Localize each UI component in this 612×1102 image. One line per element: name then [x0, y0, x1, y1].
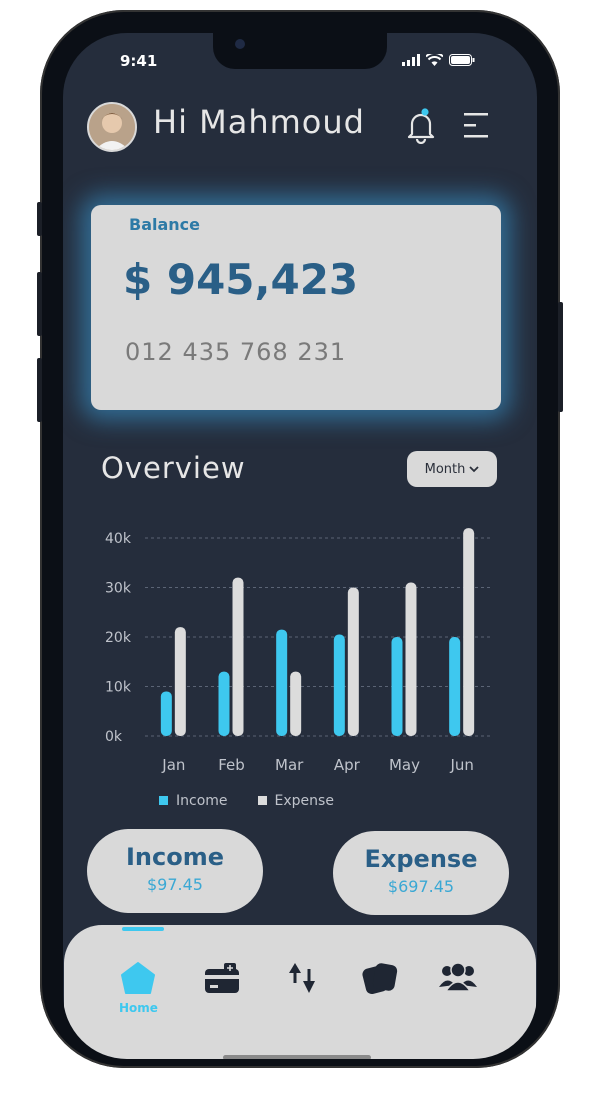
x-tick-label: Apr — [334, 756, 361, 774]
avatar[interactable] — [87, 102, 137, 152]
bar-expense-jun[interactable] — [463, 528, 475, 736]
home-indicator — [223, 1055, 371, 1059]
legend-expense: Expense — [257, 793, 334, 809]
y-tick-label: 0k — [105, 729, 123, 745]
expense-summary-label: Expense — [364, 845, 478, 873]
menu-icon[interactable] — [464, 113, 490, 143]
transfer-icon — [289, 963, 315, 993]
income-summary-button[interactable]: Income $97.45 — [87, 829, 263, 913]
legend-expense-label: Expense — [274, 793, 334, 809]
balance-card[interactable]: Balance $ 945,423 012 435 768 231 — [91, 205, 501, 410]
legend-income-label: Income — [176, 793, 228, 809]
cards-icon — [362, 963, 398, 995]
mute-switch — [37, 202, 42, 236]
legend-income: Income — [159, 793, 228, 809]
y-tick-label: 40k — [105, 531, 132, 547]
signal-icon — [402, 54, 420, 66]
bar-income-feb[interactable] — [218, 671, 230, 736]
chart-legend: Income Expense — [159, 793, 334, 809]
x-tick-label: Jan — [161, 756, 185, 774]
chevron-down-icon — [469, 466, 480, 473]
income-summary-label: Income — [125, 843, 224, 871]
period-dropdown[interactable]: Month — [407, 451, 497, 487]
balance-amount: $ 945,423 — [123, 255, 359, 304]
x-tick-label: Mar — [275, 756, 304, 774]
bar-income-mar[interactable] — [276, 629, 288, 736]
camera — [235, 39, 245, 49]
notification-dot — [421, 108, 429, 116]
bar-expense-apr[interactable] — [347, 587, 359, 737]
overview-title: Overview — [101, 451, 246, 485]
bar-income-apr[interactable] — [333, 634, 345, 736]
status-icons — [402, 54, 475, 66]
active-tab-indicator — [122, 927, 164, 931]
bar-expense-may[interactable] — [405, 582, 417, 736]
nav-users[interactable] — [438, 961, 478, 999]
bar-expense-mar[interactable] — [290, 671, 302, 736]
x-tick-label: Feb — [218, 756, 245, 774]
bar-income-may[interactable] — [391, 637, 403, 736]
status-time: 9:41 — [120, 52, 158, 70]
notch — [213, 33, 387, 69]
income-summary-value: $97.45 — [147, 875, 203, 894]
nav-cards[interactable] — [362, 961, 398, 999]
bar-income-jan[interactable] — [160, 691, 172, 736]
nav-home[interactable]: Home — [119, 961, 158, 1015]
nav-wallet[interactable] — [204, 961, 240, 999]
wifi-icon — [426, 54, 443, 66]
battery-icon — [449, 54, 475, 66]
expense-summary-button[interactable]: Expense $697.45 — [333, 831, 509, 915]
avatar-image — [89, 104, 135, 150]
home-icon — [121, 962, 156, 994]
greeting: Hi Mahmoud — [153, 103, 365, 141]
bottom-nav: Home — [64, 925, 536, 1059]
bell-icon[interactable] — [406, 108, 436, 148]
x-tick-label: May — [389, 756, 420, 774]
bar-expense-feb[interactable] — [232, 577, 244, 736]
y-tick-label: 30k — [105, 581, 132, 597]
app-screen: 9:41 Hi Mahmoud Balance $ 945,423 012 43… — [63, 33, 537, 1059]
volume-up-button — [37, 272, 42, 336]
nav-home-label: Home — [119, 1001, 158, 1015]
power-button — [558, 302, 563, 412]
users-icon — [439, 962, 477, 992]
x-tick-label: Jun — [449, 756, 473, 774]
balance-label: Balance — [129, 215, 200, 234]
overview-chart: 0k 10k 20k 30k 40k Jan Feb Mar Apr May Jun — [105, 528, 491, 774]
y-tick-label: 20k — [105, 630, 132, 646]
nav-transfer[interactable] — [285, 961, 321, 999]
wallet-icon — [205, 963, 239, 993]
bar-income-jun[interactable] — [449, 637, 461, 736]
account-number: 012 435 768 231 — [125, 338, 347, 366]
y-tick-label: 10k — [105, 680, 132, 696]
bar-expense-jan[interactable] — [174, 627, 186, 736]
volume-down-button — [37, 358, 42, 422]
period-dropdown-label: Month — [424, 461, 466, 477]
expense-summary-value: $697.45 — [387, 877, 455, 896]
